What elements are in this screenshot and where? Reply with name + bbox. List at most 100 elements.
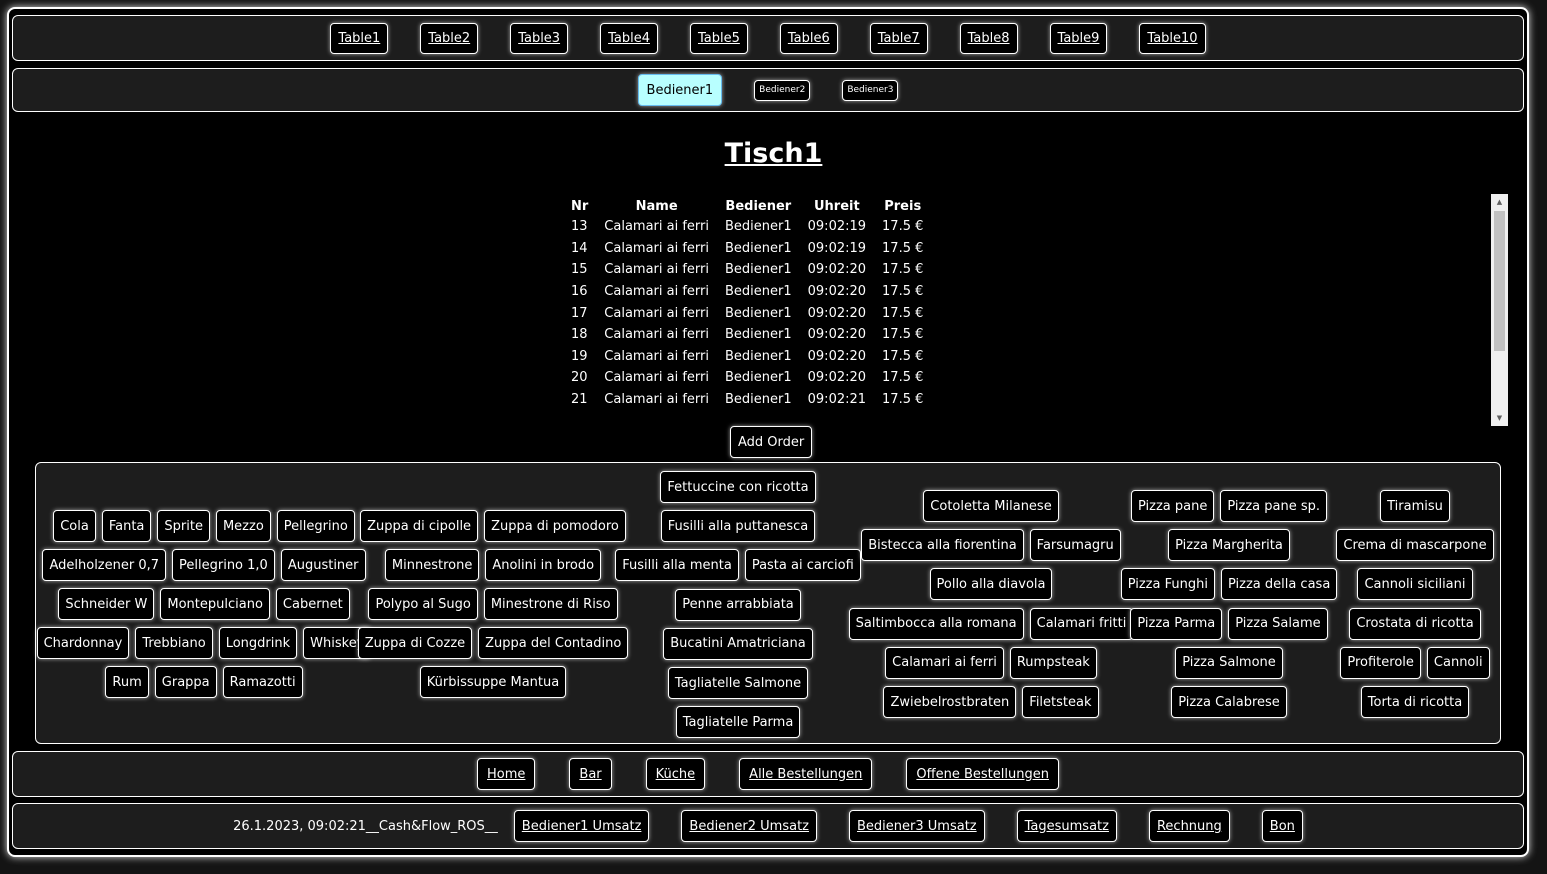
order-cell-preis: 17.5 € [882,327,924,343]
menu-item-crema-di-mascarpone[interactable]: Crema di mascarpone [1336,529,1494,562]
menu-item-tagliatelle-parma[interactable]: Tagliatelle Parma [675,706,801,739]
orders-table: Nr Name Bediener Uhreit Preis 13 Calamari ai … [563,196,931,410]
order-cell-bediener: Bediener1 [725,284,792,300]
order-cell-bediener: Bediener1 [725,392,792,408]
footer-button-bediener2-umsatz[interactable]: Bediener2 Umsatz [681,810,818,842]
order-cell-preis: 17.5 € [882,392,924,408]
menu-item-schneider-w[interactable]: Schneider W [58,588,155,620]
menu-item-zuppa-di-cozze[interactable]: Zuppa di Cozze [357,627,473,659]
menu-item-cola[interactable]: Cola [53,510,96,542]
menu-item-trebbiano[interactable]: Trebbiano [135,627,213,659]
menu-item-chardonnay[interactable]: Chardonnay [36,627,130,659]
waiter-button-2[interactable]: Bediener2 [754,79,811,101]
menu-item-penne-arrabbiata[interactable]: Penne arrabbiata [675,588,801,621]
table-button-6[interactable]: Table6 [779,22,838,54]
waiter-selector-bar: Bediener1 Bediener2 Bediener3 [12,68,1524,112]
table-button-5[interactable]: Table5 [689,22,748,54]
order-cell-preis: 17.5 € [882,370,924,386]
table-row: 16 Calamari ai ferri Bediener1 09:02:20 17.5… [563,281,931,303]
menu-item-zuppa-di-cipolle[interactable]: Zuppa di cipolle [360,510,479,542]
scroll-thumb[interactable] [1494,211,1505,351]
order-cell-uhreit: 09:02:20 [807,327,867,343]
orders-scrollbar[interactable]: ▲ ▼ [1491,194,1508,426]
menu-row-desserts: Cannoli siciliani [1215,568,1547,601]
table-button-7[interactable]: Table7 [869,22,928,54]
menu-item-pellegrino-1-0[interactable]: Pellegrino 1,0 [172,549,275,581]
scroll-up-icon[interactable]: ▲ [1491,195,1508,209]
nav-button-alle-bestellungen[interactable]: Alle Bestellungen [739,758,873,790]
order-cell-nr: 20 [571,370,588,386]
table-button-2[interactable]: Table2 [420,22,479,54]
menu-item-tagliatelle-salmone[interactable]: Tagliatelle Salmone [667,667,809,699]
table-button-10[interactable]: Table10 [1139,22,1206,54]
menu-item-grappa[interactable]: Grappa [154,666,217,698]
nav-button-home[interactable]: Home [477,758,536,790]
table-row: 20 Calamari ai ferri Bediener1 09:02:20 17.5… [563,367,931,389]
menu-item-montepulciano[interactable]: Montepulciano [160,588,270,620]
column-header-name: Name [635,198,678,214]
menu-item-cannoli[interactable]: Cannoli [1426,646,1490,679]
menu-row-desserts: Crema di mascarpone [1215,529,1547,562]
menu-item-fanta[interactable]: Fanta [101,510,152,542]
nav-button-offene-bestellungen[interactable]: Offene Bestellungen [906,758,1059,790]
menu-item-profiterole[interactable]: Profiterole [1340,646,1421,679]
footer-button-rechnung[interactable]: Rechnung [1148,810,1230,842]
menu-item-crostata-di-ricotta[interactable]: Crostata di ricotta [1349,607,1481,640]
order-cell-bediener: Bediener1 [725,262,792,278]
menu-item-tiramisu[interactable]: Tiramisu [1380,490,1450,522]
order-cell-name: Calamari ai ferri [604,305,709,321]
table-selector-bar: Table1 Table2 Table3 Table4 Table5 Table6 Tabl… [12,15,1524,61]
order-cell-uhreit: 09:02:19 [807,219,867,235]
order-cell-preis: 17.5 € [882,240,924,256]
menu-item-adelholzener-0-7[interactable]: Adelholzener 0,7 [42,549,167,581]
menu-item-mezzo[interactable]: Mezzo [215,510,271,542]
menu-item-bistecca-alla-fiorentina[interactable]: Bistecca alla fiorentina [861,529,1024,562]
order-cell-preis: 17.5 € [882,284,924,300]
menu-item-saltimbocca-alla-romana[interactable]: Saltimbocca alla romana [848,607,1024,640]
order-cell-name: Calamari ai ferri [604,262,709,278]
menu-item-fusilli-alla-menta[interactable]: Fusilli alla menta [615,549,739,582]
order-cell-name: Calamari ai ferri [604,219,709,235]
menu-item-cannoli-siciliani[interactable]: Cannoli siciliani [1357,568,1473,601]
menu-item-torta-di-ricotta[interactable]: Torta di ricotta [1360,686,1470,718]
menu-row-desserts: Tiramisu [1215,490,1547,522]
menu-item-pizza-pane[interactable]: Pizza pane [1130,490,1215,522]
footer-button-bediener1-umsatz[interactable]: Bediener1 Umsatz [513,810,650,842]
order-cell-uhreit: 09:02:20 [807,262,867,278]
menu-item-longdrink[interactable]: Longdrink [218,627,298,659]
menu-item-sprite[interactable]: Sprite [157,510,210,542]
nav-button-bar[interactable]: Bar [569,758,612,790]
table-button-1[interactable]: Table1 [330,22,389,54]
order-cell-preis: 17.5 € [882,219,924,235]
footer-button-tagesumsatz[interactable]: Tagesumsatz [1016,810,1117,842]
menu-item-zwiebelrostbraten[interactable]: Zwiebelrostbraten [883,686,1017,718]
waiter-button-active[interactable]: Bediener1 [637,74,723,106]
order-cell-uhreit: 09:02:20 [807,305,867,321]
menu-item-calamari-ai-ferri[interactable]: Calamari ai ferri [885,646,1004,679]
menu-item-rum[interactable]: Rum [105,666,149,698]
menu-item-ramazotti[interactable]: Ramazotti [222,666,303,698]
table-button-3[interactable]: Table3 [510,22,569,54]
menu-row-desserts: Crostata di ricotta [1215,607,1547,640]
menu-item-minnestrone[interactable]: Minnestrone [384,549,480,581]
table-row: 19 Calamari ai ferri Bediener1 09:02:20 17.5… [563,346,931,368]
order-cell-nr: 13 [571,219,588,235]
scroll-down-icon[interactable]: ▼ [1491,411,1508,425]
menu-item-polypo-al-sugo[interactable]: Polypo al Sugo [368,588,478,620]
footer-button-bediener3-umsatz[interactable]: Bediener3 Umsatz [849,810,985,842]
table-button-4[interactable]: Table4 [600,22,658,54]
menu-item-pizza-funghi[interactable]: Pizza Funghi [1120,568,1215,601]
footer-button-bon[interactable]: Bon [1261,810,1303,842]
column-header-uhreit: Uhreit [813,198,860,214]
order-cell-bediener: Bediener1 [725,219,792,235]
waiter-button-3[interactable]: Bediener3 [842,79,899,101]
orders-header-row: Nr Name Bediener Uhreit Preis [563,196,931,216]
order-cell-preis: 17.5 € [882,305,924,321]
order-cell-name: Calamari ai ferri [604,348,709,364]
menu-item-pizza-parma[interactable]: Pizza Parma [1130,607,1223,640]
add-order-button[interactable]: Add Order [730,426,813,458]
nav-button-küche[interactable]: Küche [645,758,706,790]
table-button-9[interactable]: Table9 [1049,22,1108,54]
order-cell-nr: 14 [571,240,588,256]
table-button-8[interactable]: Table8 [959,22,1018,54]
